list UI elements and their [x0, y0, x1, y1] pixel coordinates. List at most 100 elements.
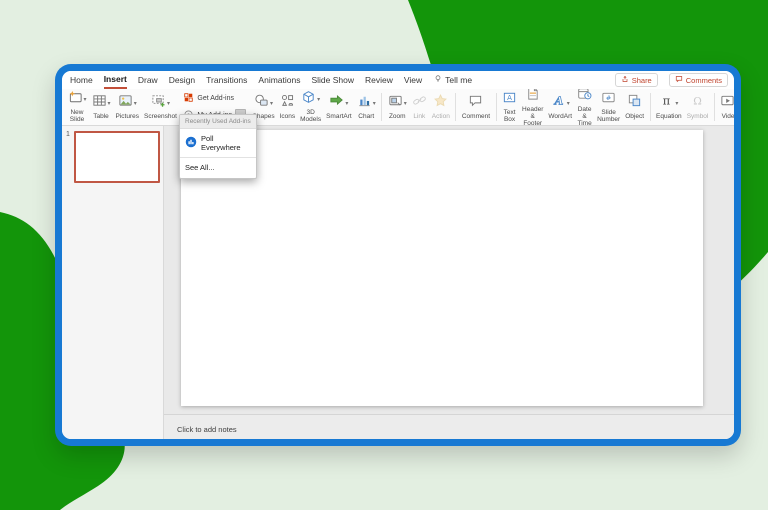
group-divider	[713, 93, 715, 121]
comment-bubble-icon	[675, 75, 683, 85]
zoom-icon	[388, 93, 403, 113]
pictures-icon	[118, 93, 133, 113]
svg-text:Ω: Ω	[693, 95, 702, 107]
icons-icon	[280, 93, 295, 113]
tab-review[interactable]: Review	[365, 72, 393, 88]
tab-slide-show[interactable]: Slide Show	[311, 72, 354, 88]
wordart-label: WordArt	[548, 112, 573, 120]
3d-models-icon	[301, 90, 316, 110]
wordart-button[interactable]: A ▾ WordArt	[546, 93, 575, 121]
date-time-icon	[577, 89, 592, 106]
object-icon	[627, 93, 642, 113]
video-label: Video	[721, 112, 734, 120]
slide-number-badge: 1	[66, 131, 70, 138]
symbol-button: Ω Symbol	[684, 94, 711, 121]
3d-models-label: 3D Models	[300, 109, 322, 123]
zoom-label: Zoom	[388, 112, 406, 120]
screenshot-button[interactable]: ▾ Screenshot	[142, 94, 180, 121]
comment-icon	[468, 93, 483, 113]
equation-pi-icon: π	[659, 93, 674, 113]
chart-button[interactable]: ▾ Chart	[354, 94, 378, 121]
slide-thumbnails-panel: 1	[62, 126, 164, 439]
pictures-button[interactable]: ▾ Pictures	[113, 94, 141, 121]
tell-me-label: Tell me	[445, 75, 473, 85]
screenshot-label: Screenshot	[144, 112, 177, 120]
insert-ribbon: ▾ New Slide ▾ Table ▾ Pictures ▾ Screens…	[62, 89, 734, 126]
text-box-button[interactable]: A Text Box	[500, 90, 520, 124]
video-button[interactable]: ▾ Video	[718, 94, 734, 121]
new-slide-button[interactable]: ▾ New Slide	[65, 90, 89, 124]
tab-design[interactable]: Design	[169, 72, 195, 88]
link-button: Link	[409, 94, 429, 121]
slide-number-label: Slide Number	[597, 109, 621, 123]
window-content: Home Insert Draw Design Transitions Anim…	[62, 71, 734, 439]
header-footer-label: Header & Footer	[522, 105, 544, 126]
get-addins-label: Get Add-ins	[197, 95, 234, 102]
table-button[interactable]: ▾ Table	[89, 94, 113, 121]
header-footer-button[interactable]: Header & Footer	[520, 89, 546, 126]
get-addins-button[interactable]: Get Add-ins	[183, 92, 246, 105]
get-addins-icon	[183, 92, 194, 105]
object-button[interactable]: Object	[623, 94, 647, 121]
symbol-label: Symbol	[686, 112, 709, 120]
ribbon-tab-bar: Home Insert Draw Design Transitions Anim…	[62, 71, 734, 89]
zoom-button[interactable]: ▾ Zoom	[385, 94, 409, 121]
new-slide-icon	[68, 90, 83, 110]
slide-1-thumbnail[interactable]	[74, 131, 160, 183]
link-icon	[412, 93, 427, 113]
tab-insert[interactable]: Insert	[103, 71, 127, 89]
smartart-button[interactable]: ▾ SmartArt	[324, 94, 355, 121]
date-time-button[interactable]: Date & Time	[575, 89, 595, 125]
dropdown-arrow: ▾	[270, 100, 274, 107]
group-divider	[495, 93, 497, 121]
icons-button[interactable]: Icons	[277, 94, 298, 121]
table-icon	[92, 93, 107, 113]
text-box-label: Text Box	[503, 109, 516, 123]
chart-label: Chart	[358, 112, 375, 120]
slide-canvas[interactable]	[181, 130, 703, 406]
share-label: Share	[631, 75, 652, 85]
comment-label: Comment	[461, 112, 491, 120]
tab-animations[interactable]: Animations	[258, 72, 300, 88]
link-label: Link	[413, 112, 426, 120]
menu-item-see-all[interactable]: See All...	[180, 158, 256, 178]
slide-number-button[interactable]: # Slide Number	[595, 90, 623, 124]
action-button: Action	[429, 93, 452, 121]
notes-pane[interactable]: Click to add notes	[164, 414, 734, 439]
svg-text:#: #	[606, 94, 612, 102]
object-label: Object	[625, 112, 645, 120]
slide-number-icon: #	[601, 90, 616, 110]
document-area: 1 Click to add notes	[62, 126, 734, 439]
tab-view[interactable]: View	[404, 72, 422, 88]
share-icon	[621, 75, 629, 85]
wordart-icon: A	[551, 93, 566, 113]
notes-placeholder: Click to add notes	[177, 425, 237, 434]
dropdown-arrow: ▾	[372, 100, 376, 107]
chart-icon	[357, 93, 372, 113]
menu-item-poll-everywhere[interactable]: Poll Everywhere	[180, 129, 256, 157]
powerpoint-window: Home Insert Draw Design Transitions Anim…	[55, 64, 741, 446]
tab-draw[interactable]: Draw	[138, 72, 158, 88]
share-button[interactable]: Share	[614, 73, 658, 87]
tell-me-search[interactable]: Tell me	[433, 74, 472, 86]
smartart-label: SmartArt	[326, 112, 352, 120]
shapes-icon	[254, 93, 269, 113]
dropdown-arrow: ▾	[566, 100, 570, 107]
dropdown-arrow: ▾	[83, 97, 87, 103]
dropdown-arrow: ▾	[675, 100, 679, 107]
icons-label: Icons	[279, 112, 296, 120]
header-footer-icon	[525, 89, 540, 106]
dropdown-arrow: ▾	[107, 100, 111, 107]
comment-button[interactable]: Comment	[459, 94, 492, 121]
comments-label: Comments	[685, 75, 722, 85]
comments-button[interactable]: Comments	[668, 73, 728, 87]
tab-transitions[interactable]: Transitions	[206, 72, 247, 88]
equation-button[interactable]: π ▾ Equation	[654, 94, 685, 121]
dropdown-arrow: ▾	[317, 97, 321, 103]
pictures-label: Pictures	[115, 112, 140, 120]
3d-models-button[interactable]: ▾ 3D Models	[298, 90, 324, 124]
text-box-icon: A	[502, 90, 517, 110]
tab-home[interactable]: Home	[70, 72, 93, 88]
lightbulb-icon	[433, 74, 443, 86]
table-label: Table	[93, 112, 109, 120]
